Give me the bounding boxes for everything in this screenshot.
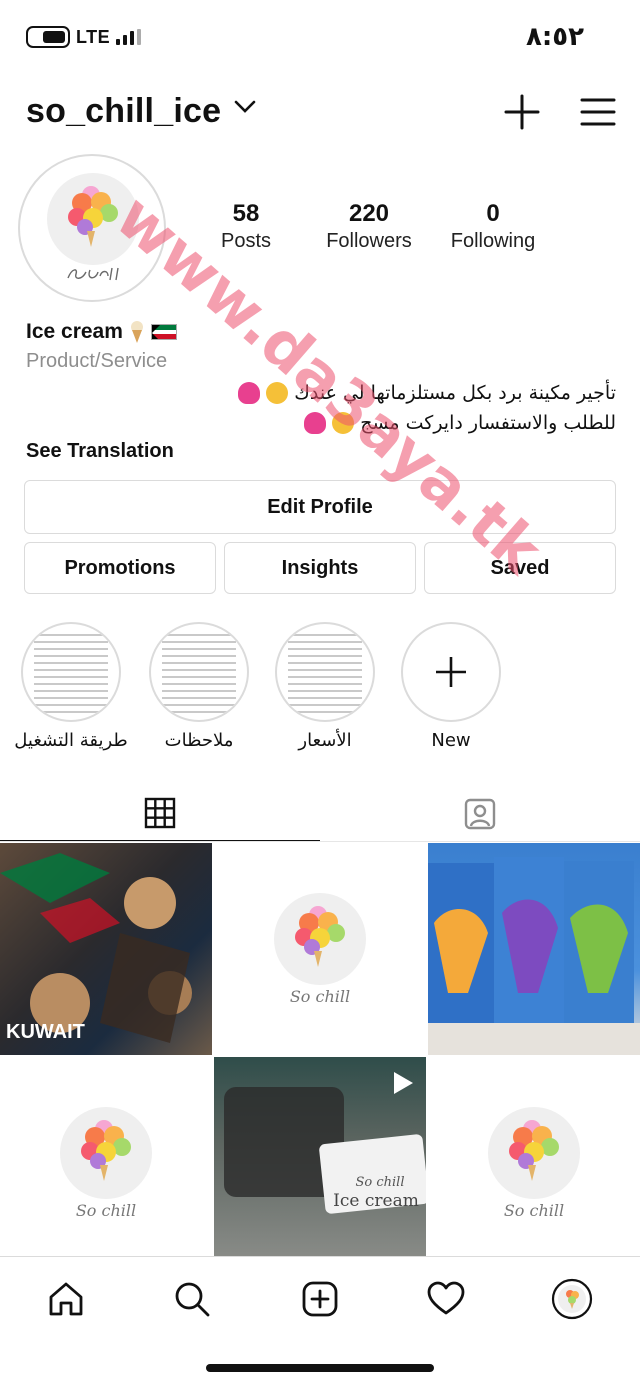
following-count: 0 [486,200,500,227]
stat-following[interactable]: 0 Following [440,200,546,253]
nav-activity[interactable] [424,1277,468,1321]
machine-label-brand: So chill [355,1175,405,1190]
ice-cream-cone-icon [81,1120,131,1181]
nav-new-post[interactable] [298,1277,342,1321]
network-label: LTE [76,26,111,47]
highlight-cover [21,622,121,722]
highlight-new[interactable]: New [386,622,516,751]
machine-label-product: Ice cream [333,1191,419,1211]
status-bar: LTE ٨:٥٢ [0,0,640,76]
heart-icon [427,1281,465,1315]
bio-category: Product/Service [26,350,168,372]
highlight-label: طريقة التشغيل [14,730,128,751]
profile-bio: Ice cream Product/Service تأجير مكينة بر… [26,318,616,463]
winking-face-icon [266,382,289,404]
signal-icon [116,29,142,45]
grid-post-2[interactable]: So chill [214,843,426,1055]
so-chill-caption: So chill [75,1201,137,1220]
pink-heart-icon [304,412,327,434]
grid-post-1[interactable]: KUWAIT [0,843,212,1055]
bio-line-2: للطلب والاستفسار دايركت مسج [360,412,616,434]
posts-count: 58 [232,200,260,227]
so-chill-caption: So chill [503,1201,565,1220]
document-thumbnail [34,629,108,715]
highlight-label: الأسعار [298,730,352,751]
following-label: Following [450,230,536,252]
highlight-cover [275,622,375,722]
highlight-2[interactable]: ملاحظات [134,622,264,751]
ice-cream-cone-icon [509,1120,559,1181]
ice-cream-logo [60,1107,152,1199]
bio-line-1: تأجير مكينة برد بكل مستلزماتها لي عندك [294,382,616,404]
nav-home[interactable] [44,1277,88,1321]
kuwait-text: KUWAIT [6,1021,85,1043]
video-play-icon [394,1072,413,1094]
bio-name-row: Ice cream [26,318,616,346]
see-translation-link[interactable]: See Translation [26,440,616,463]
star-struck-face-icon [332,412,355,434]
bio-line-2-row: للطلب والاستفسار دايركت مسج [26,410,616,436]
mix-boxes-photo [428,857,640,1055]
chevron-down-icon[interactable] [234,100,256,114]
kuwait-flag-icon [150,324,177,340]
highlight-3[interactable]: الأسعار [260,622,390,751]
tab-grid[interactable] [0,786,320,842]
followers-label: Followers [326,230,412,252]
pink-heart-icon [238,382,261,404]
ice-cream-cone-icon [68,186,118,247]
document-thumbnail [288,629,362,715]
followers-count: 220 [348,200,390,227]
highlight-label: ملاحظات [164,730,234,751]
ice-cream-logo [47,173,139,265]
saved-button[interactable]: Saved [424,542,616,594]
home-icon [49,1282,83,1316]
ice-cream-cone-icon [295,906,345,967]
so-chill-caption: So chill [289,987,351,1006]
home-indicator[interactable] [206,1364,434,1372]
grid-post-5-video[interactable]: So chill Ice cream [214,1057,426,1269]
document-thumbnail [162,629,236,715]
grid-icon [144,797,176,829]
tagged-icon [464,798,496,830]
status-time: ٨:٥٢ [525,22,584,52]
highlight-label: New [431,730,471,751]
status-left: LTE [26,26,142,48]
bottom-navigation [0,1256,640,1336]
ice-cream-logo [488,1107,580,1199]
profile-avatar-icon [551,1278,593,1320]
ice-cream-emoji-icon [130,321,143,343]
grid-post-4[interactable]: So chill [0,1057,212,1269]
ice-cream-logo [274,893,366,985]
nav-search[interactable] [170,1277,214,1321]
search-icon [175,1282,210,1317]
profile-header: so_chill_ice [0,86,640,142]
posts-label: Posts [220,230,272,252]
menu-icon[interactable] [578,92,618,132]
bio-name: Ice cream [26,320,123,343]
tab-tagged[interactable] [320,786,640,842]
battery-icon [26,26,70,48]
highlight-cover [149,622,249,722]
stat-posts[interactable]: 58 Posts [206,200,286,253]
plus-icon [436,657,466,687]
edit-profile-button[interactable]: Edit Profile [24,480,616,534]
tab-divider [0,841,640,842]
plus-icon[interactable] [502,92,542,132]
grid-post-6[interactable]: So chill [428,1057,640,1269]
insights-button[interactable]: Insights [224,542,416,594]
so-chill-script-mark [67,267,119,281]
promotions-button[interactable]: Promotions [24,542,216,594]
nav-profile[interactable] [550,1277,594,1321]
username[interactable]: so_chill_ice [26,92,221,131]
profile-avatar[interactable] [18,154,166,302]
grid-post-3[interactable] [428,843,640,1055]
bio-line-1-row: تأجير مكينة برد بكل مستلزماتها لي عندك [26,380,616,406]
highlight-1[interactable]: طريقة التشغيل [6,622,136,751]
stat-followers[interactable]: 220 Followers [314,200,424,253]
new-highlight-circle [401,622,501,722]
new-post-icon [302,1281,338,1317]
